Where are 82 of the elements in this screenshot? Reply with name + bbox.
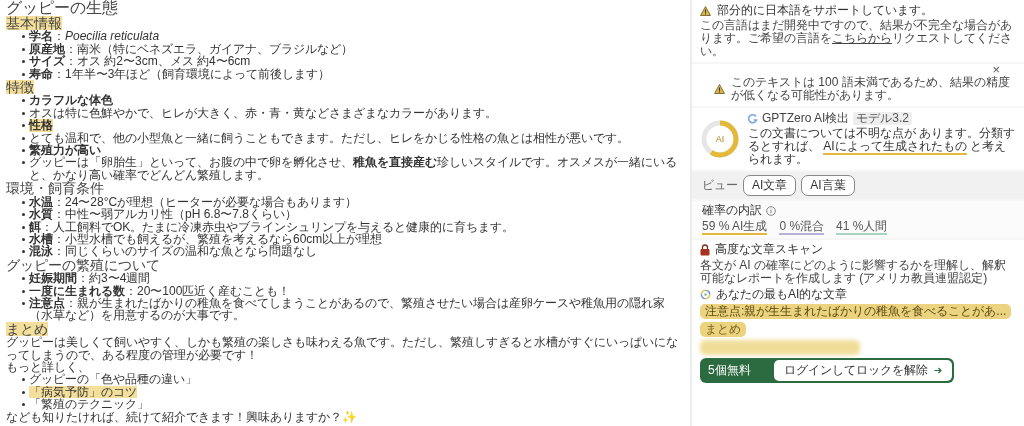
- view-button[interactable]: AI文章: [743, 175, 797, 196]
- list-item-text: 餌：人工飼料でOK。たまに冷凍赤虫やブラインシュリンプを与えると健康的に育ちます。: [29, 220, 515, 233]
- close-button[interactable]: ×: [992, 64, 1016, 76]
- list-item-text: 性格: [29, 119, 53, 132]
- warning-icon: [714, 84, 725, 94]
- probability-stat: 41 %人間: [836, 220, 888, 235]
- bullet-icon: [22, 35, 25, 39]
- list-item-text: グッピーの「色や品種の違い」: [29, 373, 197, 386]
- list-item-text: グッピーは「卵胎生」といって、お腹の中で卵を孵化させ、稚魚を直接産む珍しいスタイルです。オスメスが一緒にいると、かなり高い確率でどんどん繁殖します。: [29, 156, 678, 182]
- section-heading: まとめ: [6, 321, 48, 336]
- bullet-icon: [22, 403, 25, 407]
- bullet-icon: [22, 200, 25, 204]
- list-item-text: 原産地：南米（特にベネズエラ、ガイアナ、ブラジルなど）: [29, 42, 353, 56]
- sentence-tag: 注意点:親が生生まれたばかりの稚魚を食べることがあ...: [700, 304, 1012, 319]
- ring-label: AI: [715, 132, 725, 146]
- breakdown-title: 確率の内訳: [702, 204, 762, 217]
- section-heading: 環境・飼育条件: [6, 181, 104, 196]
- document-title: グッピーの生態: [6, 0, 119, 16]
- bullet-icon: [22, 289, 25, 293]
- result-sentence: この文書については不明な点が あります。分類するとすれば、 AIによって生成されたもの と考えられます。: [748, 127, 1016, 166]
- list-item-text: 学名：Poecilia reticulata: [29, 30, 160, 43]
- list-item-text: 水槽：小型水槽でも飼えるが、繁殖を考えるなら60cm以上が理想: [29, 232, 383, 246]
- list-item-text: 繁殖力が高い: [29, 144, 101, 157]
- list-item-text: サイズ：オス 約2〜3cm、メス 約4〜6cm: [29, 55, 251, 68]
- bullet-icon: [22, 47, 25, 51]
- bullet-icon: [22, 378, 25, 382]
- list-item-text: カラフルな体色: [29, 94, 113, 107]
- list-item-text: 寿命：1年半〜3年ほど（飼育環境によって前後します）: [29, 67, 331, 81]
- score-ring: [700, 119, 740, 159]
- bullet-icon: [22, 213, 25, 217]
- lock-icon: [700, 243, 710, 256]
- paragraph: なども知りたければ、続けて紹介できます！興味ありますか？✨: [6, 410, 358, 423]
- sentences-title: あなたの最もAI的な文章: [716, 288, 848, 301]
- logo-icon: [748, 113, 758, 124]
- list-item-text: 妊娠期間：約3〜4週間: [29, 272, 151, 285]
- view-button[interactable]: AI言葉: [801, 175, 855, 196]
- warning-icon: [700, 5, 711, 16]
- list-item-text: 「繁殖のテクニック」: [29, 398, 149, 411]
- list-item-text: 注意点：親が生まれたばかりの稚魚を食べてしまうことがあるので、繁殖させたい場合は産卵ケースや稚魚用の隠れ家（水草など）を用意するのが大事です。: [29, 296, 666, 322]
- bullet-icon: [22, 124, 25, 128]
- scan-title: 高度な文章スキャン: [715, 243, 823, 256]
- bullet-icon: [22, 136, 25, 140]
- bullet-icon: [22, 72, 25, 76]
- list-item-text: 水質：中性〜弱アルカリ性（pH 6.8〜7.8くらい）: [29, 208, 298, 221]
- notice-text: この言語はまだ開発中ですので、結果が不完全な場合があります。ご希望の言語をこちらから リクエストしてください。: [700, 19, 1013, 58]
- bullet-icon: [22, 111, 25, 115]
- model-badge: モデル3.2: [853, 112, 913, 125]
- bullet-icon: [22, 161, 25, 165]
- section-heading: 基本情報: [6, 16, 62, 30]
- list-item-text: オスは特に色鮮やかで、ヒレが大きく、赤・青・黄などさまざまなカラーがあります。: [29, 106, 497, 120]
- scan-description: 各文が AI の確率にどのように影響するかを理解し、解釈可能なレポートを作成します (アメリカ教員連盟認定): [700, 259, 1007, 285]
- arrow-icon: [934, 367, 942, 374]
- list-item-text: とても温和で、他の小型魚と一緒に飼うこともできます。ただし、ヒレをかじる性格の魚とは相性が悪いです。: [29, 131, 629, 145]
- probability-stat: 0 %混合: [779, 220, 825, 235]
- view-label: ビュー: [702, 179, 738, 192]
- ring-icon: [700, 289, 711, 300]
- unlock-button[interactable]: ログインしてロックを解除: [774, 360, 952, 381]
- bullet-icon: [22, 390, 25, 394]
- paragraph: グッピーは美しくて飼いやすく、しかも繁殖の楽しさも味わえる魚です。ただし、繁殖しすぎると水槽がすぐにいっぱいになってしまうので、ある程度の管理が必要です！: [6, 336, 679, 361]
- section-heading: 特徴: [6, 80, 34, 95]
- bullet-icon: [22, 149, 25, 153]
- list-item-text: 水温：24〜28°Cが理想（ヒーターが必要な場合もあります）: [29, 195, 358, 209]
- bullet-icon: [22, 225, 25, 229]
- bullet-icon: [22, 250, 25, 254]
- notice-title: 部分的に日本語をサポートしています。: [717, 4, 933, 17]
- bullet-icon: [22, 237, 25, 241]
- probability-stat: 59 % AI生成: [702, 220, 768, 235]
- notice-text: このテキストは 100 語未満であるため、結果の精度が低くなる可能性があります。: [731, 76, 1011, 102]
- bullet-icon: [22, 277, 25, 281]
- product-name: GPTZero AI検出: [762, 112, 850, 125]
- sentence-tag: まとめ: [700, 322, 746, 337]
- list-item-text: 一度に生まれる数：20〜100匹近く産むことも！: [29, 284, 291, 297]
- paragraph: もっと詳しく、: [6, 360, 91, 374]
- info-icon: [766, 205, 776, 216]
- bullet-icon: [22, 99, 25, 103]
- section-heading: グッピーの繁殖について: [6, 257, 160, 272]
- free-count: 5個無料: [707, 364, 751, 377]
- list-item-text: 「病気予防」のコツ: [29, 385, 137, 399]
- bullet-icon: [22, 60, 25, 64]
- bullet-icon: [22, 301, 25, 305]
- list-item-text: 混泳：同じくらいのサイズの温和な魚となら問題なし: [29, 245, 317, 258]
- request-link[interactable]: こちらから: [832, 31, 892, 45]
